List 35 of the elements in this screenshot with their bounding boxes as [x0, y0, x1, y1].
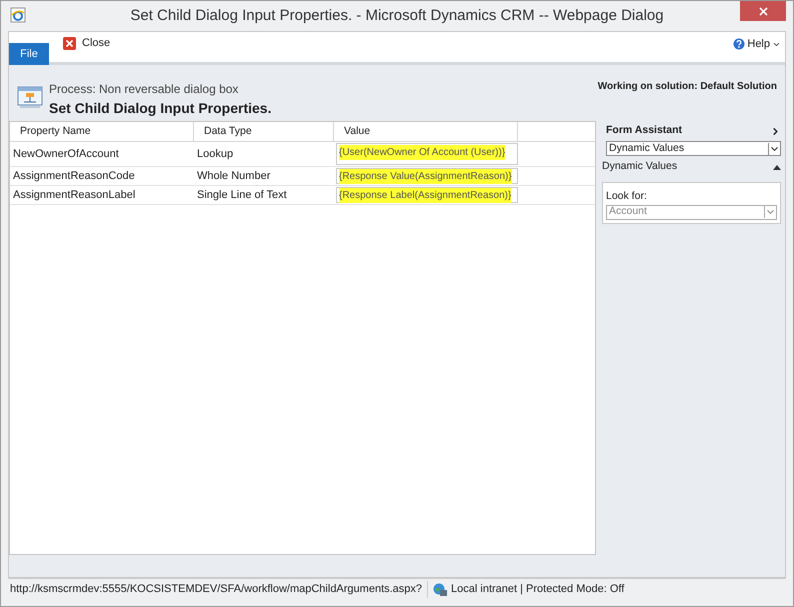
table-cell-text: AssignmentReasonLabel: [12, 188, 136, 203]
look-for-label: Look for:: [606, 189, 648, 204]
table-cell-text: NewOwnerOfAccount: [12, 146, 120, 162]
dropdown-icon: [764, 206, 776, 218]
form-assistant-title: Form Assistant: [606, 123, 682, 138]
column-header[interactable]: Property Name: [10, 122, 194, 141]
dynamic-values-dropdown[interactable]: Dynamic Values: [606, 141, 781, 156]
collapse-icon[interactable]: [773, 164, 781, 170]
column-header[interactable]: Value: [334, 122, 518, 141]
table-cell-text: Lookup: [196, 146, 234, 162]
process-label: Process: Non reversable dialog box: [49, 81, 240, 98]
dialog-process-icon: [17, 85, 43, 109]
help-button[interactable]: Help: [733, 36, 781, 52]
look-for-dropdown[interactable]: Account: [606, 204, 777, 220]
table-cell-text: Single Line of Text: [196, 188, 288, 203]
section-title: Dynamic Values: [602, 159, 678, 174]
value-field[interactable]: {Response Value(AssignmentReason)}: [336, 168, 518, 184]
browser-icon: [10, 7, 26, 23]
table-cell-text: Whole Number: [196, 168, 272, 184]
status-zone: Local intranet | Protected Mode: Off: [451, 582, 624, 598]
status-url: http://ksmscrmdev:5555/KOCSISTEMDEV/SFA/workflow/mapChildArguments.aspx?: [8, 581, 428, 598]
help-icon: [733, 38, 746, 50]
close-button[interactable]: [740, 1, 786, 21]
column-header[interactable]: Data Type: [194, 122, 334, 141]
intranet-globe-icon: [433, 583, 448, 596]
value-field[interactable]: {User(NewOwner Of Account (User))}: [336, 143, 518, 165]
window-title: Set Child Dialog Input Properties. - Microsoft Dynamics CRM -- Webpage Dialog: [130, 6, 664, 26]
dropdown-icon: [768, 142, 780, 154]
dialog-heading: Set Child Dialog Input Properties.: [49, 99, 272, 118]
file-tab[interactable]: File: [9, 43, 49, 65]
close-icon: [758, 6, 768, 16]
close-ribbon-button[interactable]: Close: [63, 35, 110, 52]
table-cell-text: AssignmentReasonCode: [12, 168, 136, 184]
close-icon: [63, 36, 76, 50]
solution-label: Working on solution: Default Solution: [598, 80, 777, 94]
